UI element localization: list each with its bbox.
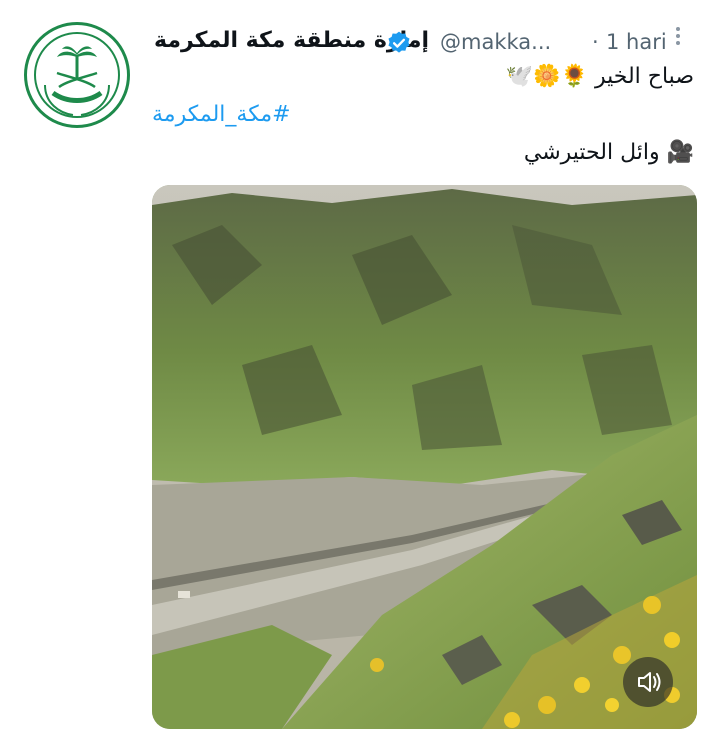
saudi-emblem-icon	[34, 32, 120, 118]
sound-icon[interactable]	[623, 657, 673, 707]
video-player[interactable]	[152, 185, 697, 729]
credit-text: وائل الحتيرشي	[523, 140, 660, 165]
separator: ·	[592, 30, 599, 54]
verified-badge-icon	[386, 30, 412, 56]
tweet-text-line-3: 🎥 وائل الحتيرشي	[524, 140, 694, 165]
mountain-landscape-video-frame	[152, 185, 697, 729]
flower-dove-emojis: 🌻🌼🕊️	[505, 64, 588, 89]
account-avatar[interactable]	[24, 22, 130, 128]
tweet-text-line-1: صباح الخير 🌻🌼🕊️	[506, 64, 694, 89]
tweet-header: إمارة منطقة مكة المكرمة @makka... · 1 ha…	[150, 28, 690, 58]
video-camera-icon: 🎥	[666, 140, 694, 165]
greeting-text: صباح الخير	[594, 64, 694, 89]
author-handle[interactable]: @makka...	[440, 30, 551, 54]
timestamp[interactable]: 1 hari	[606, 30, 667, 54]
hashtag-link[interactable]: #مكة_المكرمة	[152, 102, 291, 127]
more-options-icon[interactable]	[672, 24, 684, 54]
